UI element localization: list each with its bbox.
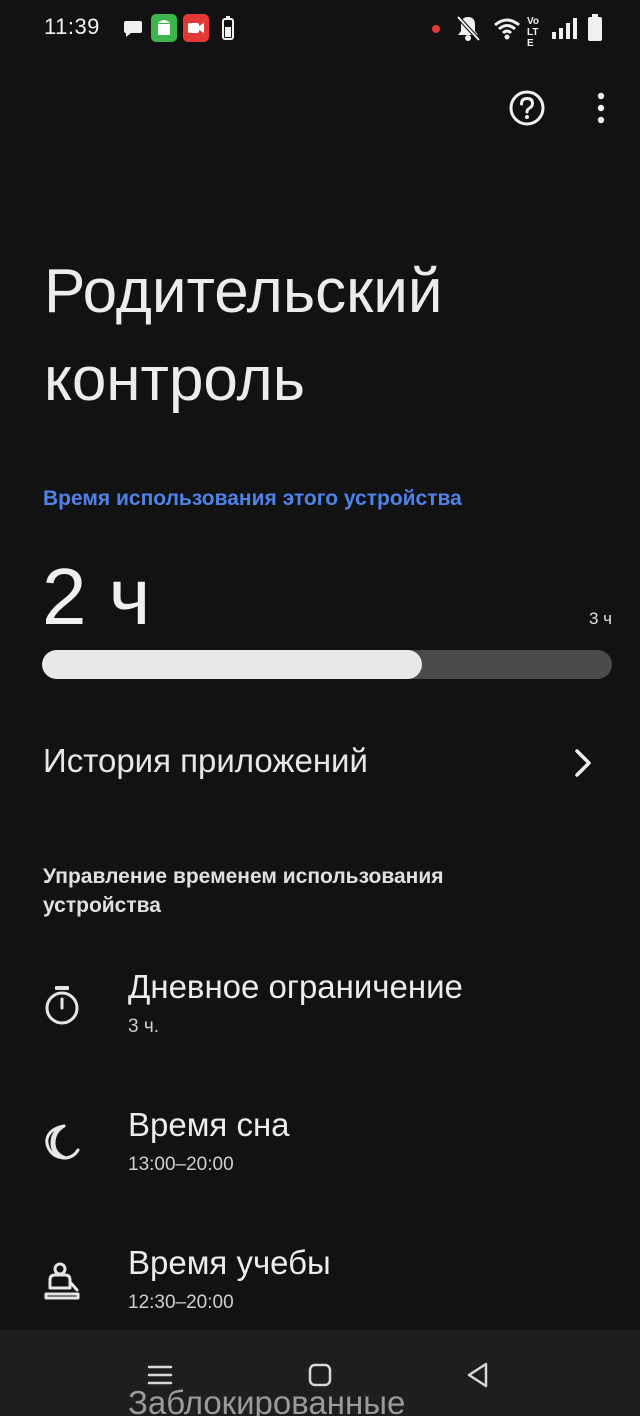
navigation-bar: Заблокированные — [0, 1330, 640, 1416]
setting-subtitle: 12:30–20:00 — [128, 1292, 234, 1313]
usage-value: 2 ч — [42, 552, 151, 641]
section-header: Управление временем использования устрой… — [43, 865, 444, 917]
android-app-icon — [151, 14, 177, 42]
bedtime-item[interactable]: Время сна 13:00–20:00 — [0, 1106, 640, 1216]
home-button[interactable] — [300, 1358, 340, 1392]
notification-dot-icon — [432, 25, 440, 33]
setting-title: Время учебы — [128, 1244, 331, 1281]
help-button[interactable] — [505, 86, 549, 130]
battery-icon — [588, 14, 602, 41]
volte-icon: Vo LTE — [527, 16, 540, 49]
usage-label: Время использования этого устройства — [43, 487, 462, 510]
screen-record-icon — [183, 14, 209, 42]
back-icon — [467, 1362, 488, 1388]
page-title: Родительский контроль — [44, 257, 443, 414]
app-history-row[interactable]: История приложений — [0, 720, 640, 804]
moon-icon — [45, 1124, 80, 1160]
school-icon — [44, 1262, 80, 1300]
home-icon — [308, 1363, 332, 1387]
setting-subtitle: 13:00–20:00 — [128, 1154, 234, 1175]
menu-icon — [147, 1365, 173, 1385]
status-time: 11:39 — [44, 14, 100, 39]
setting-title: Дневное ограничение — [128, 968, 463, 1005]
setting-subtitle: 3 ч. — [128, 1016, 160, 1037]
status-bar: 11:39 Vo LTE — [0, 0, 640, 56]
chat-bubble-icon — [124, 21, 142, 37]
more-options-button[interactable] — [579, 86, 623, 130]
usage-progress-fill — [42, 650, 423, 679]
wifi-icon — [494, 18, 520, 40]
app-history-label: История приложений — [43, 742, 368, 779]
timer-icon — [45, 986, 79, 1025]
usage-limit: 3 ч — [588, 609, 612, 628]
daily-limit-item[interactable]: Дневное ограничение 3 ч. — [0, 968, 640, 1078]
help-circle-icon — [509, 90, 545, 126]
back-button[interactable] — [458, 1358, 498, 1392]
battery-small-icon — [222, 16, 234, 40]
setting-title: Время сна — [128, 1106, 290, 1143]
mute-bell-icon — [456, 15, 481, 42]
signal-icon — [552, 18, 577, 39]
more-vertical-icon — [597, 92, 605, 124]
chevron-right-icon — [575, 749, 591, 777]
usage-progress-bar — [42, 650, 612, 679]
recents-button[interactable] — [140, 1358, 180, 1392]
